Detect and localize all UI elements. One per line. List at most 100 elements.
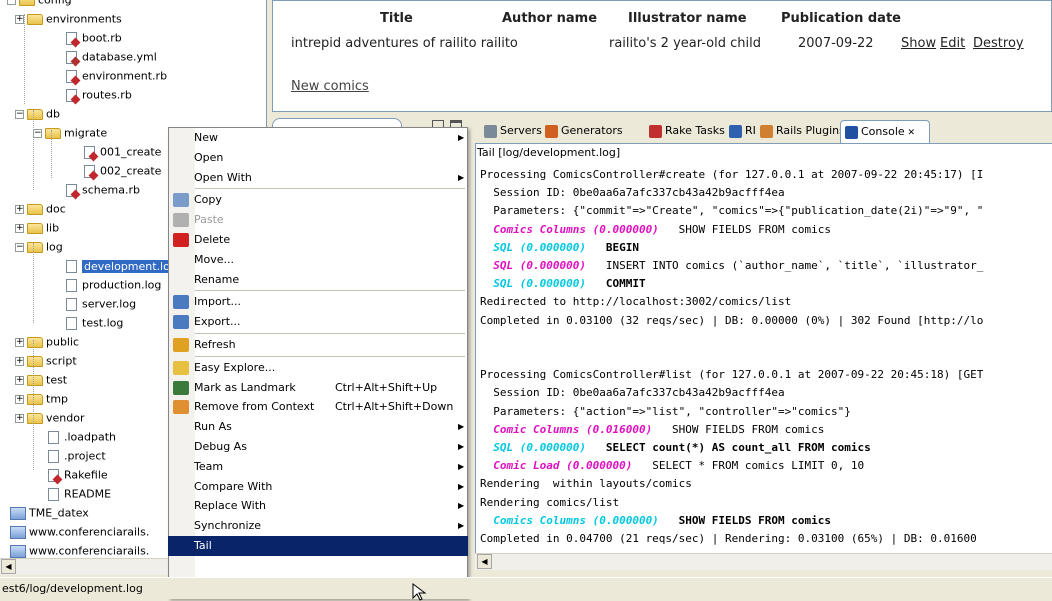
tree-item[interactable]: + vendor bbox=[15, 409, 84, 426]
tree-item[interactable]: − log bbox=[15, 238, 63, 255]
menu-item-delete[interactable]: Delete bbox=[168, 230, 468, 250]
tree-item[interactable]: development.lo bbox=[64, 257, 172, 274]
menu-item-open-with[interactable]: Open With ▶ bbox=[168, 168, 468, 188]
tree-item-label: .loadpath bbox=[64, 430, 117, 444]
expand-toggle-icon[interactable]: + bbox=[15, 204, 24, 214]
tree-item[interactable]: Rakefile bbox=[46, 466, 108, 483]
tab-generators[interactable]: Generators bbox=[541, 120, 641, 143]
tree-item[interactable]: environment.rb bbox=[64, 67, 167, 84]
tree-item[interactable]: routes.rb bbox=[64, 86, 132, 103]
menu-item-tail[interactable]: Tail bbox=[168, 536, 468, 556]
tree-item[interactable]: .project bbox=[46, 447, 106, 464]
console-icon bbox=[845, 125, 858, 139]
tree-item[interactable]: + lib bbox=[15, 219, 59, 236]
tree-item[interactable]: database.yml bbox=[64, 48, 157, 65]
close-tab-icon[interactable]: ✕ bbox=[905, 128, 916, 138]
expand-toggle-icon[interactable]: + bbox=[15, 375, 24, 385]
menu-item-export[interactable]: Export... bbox=[168, 312, 468, 332]
menu-item-replace-with[interactable]: Replace With ▶ bbox=[168, 496, 468, 516]
tree-item[interactable]: + tmp bbox=[15, 390, 68, 407]
menu-item-copy[interactable]: Copy bbox=[168, 190, 468, 210]
tree-item[interactable]: schema.rb bbox=[64, 181, 140, 198]
tree-item[interactable]: + test bbox=[15, 371, 67, 388]
folder-icon bbox=[27, 393, 43, 405]
collapse-toggle-icon[interactable]: − bbox=[15, 242, 24, 252]
console-line-segment: Rendering comics/list bbox=[480, 495, 620, 509]
menu-item-open[interactable]: Open bbox=[168, 148, 468, 168]
tree-item[interactable]: + script bbox=[15, 352, 77, 369]
tree-item[interactable]: + doc bbox=[15, 200, 66, 217]
tree-item-label: test.log bbox=[82, 316, 124, 330]
expand-toggle-icon[interactable]: + bbox=[15, 337, 24, 347]
menu-item-import[interactable]: Import... bbox=[168, 292, 468, 312]
show-link[interactable]: Show bbox=[901, 36, 936, 51]
tab-rails-plugins[interactable]: Rails Plugins bbox=[756, 120, 845, 143]
expand-toggle-icon[interactable]: + bbox=[15, 356, 24, 366]
menu-item-debug-as[interactable]: Debug As ▶ bbox=[168, 437, 468, 457]
collapse-toggle-icon[interactable]: − bbox=[7, 0, 16, 5]
tree-item-label: Rakefile bbox=[64, 468, 108, 482]
menu-item-team[interactable]: Team ▶ bbox=[168, 457, 468, 477]
cell-date: 2007-09-22 bbox=[798, 36, 874, 51]
tree-item[interactable]: 002_create bbox=[82, 162, 161, 179]
expand-toggle-icon[interactable]: + bbox=[15, 223, 24, 233]
tree-item-label: 002_create bbox=[100, 164, 162, 178]
menu-item-remove-from-context[interactable]: Remove from Context Ctrl+Alt+Shift+Down bbox=[168, 397, 468, 417]
tree-item[interactable]: TME_datex bbox=[10, 504, 89, 521]
console-line-segment: Processing ComicsController#create (for … bbox=[480, 168, 984, 181]
tree-item-label: .project bbox=[64, 449, 106, 463]
expand-toggle-icon[interactable]: + bbox=[15, 413, 24, 423]
menu-item-synchronize[interactable]: Synchronize ▶ bbox=[168, 516, 468, 536]
menu-item-label: Easy Explore... bbox=[194, 360, 276, 374]
servers-icon bbox=[484, 124, 497, 138]
expand-toggle-icon[interactable]: + bbox=[15, 14, 24, 24]
console-scroll-left-icon[interactable]: ◀ bbox=[477, 554, 492, 569]
console-line: Completed in 0.04700 (21 reqs/sec) | Ren… bbox=[480, 531, 977, 546]
refresh-icon bbox=[173, 338, 189, 352]
tree-item[interactable]: README bbox=[46, 485, 111, 502]
menu-item-move[interactable]: Move... bbox=[168, 250, 468, 270]
menu-item-label: Replace With bbox=[194, 499, 266, 513]
tree-item[interactable]: + public bbox=[15, 333, 79, 350]
tree-item[interactable]: production.log bbox=[64, 276, 161, 293]
menu-item-new[interactable]: New ▶ bbox=[168, 128, 468, 148]
console-horizontal-scrollbar[interactable]: ◀ bbox=[475, 553, 1052, 570]
tree-item[interactable]: server.log bbox=[64, 295, 136, 312]
tree-item[interactable]: www.conferenciarails. bbox=[10, 542, 149, 558]
edit-link[interactable]: Edit bbox=[940, 36, 965, 51]
menu-item-compare-with[interactable]: Compare With ▶ bbox=[168, 477, 468, 497]
tab-servers[interactable]: Servers bbox=[480, 120, 542, 143]
menu-item-paste[interactable]: Paste bbox=[168, 210, 468, 230]
tree-item[interactable]: + environments bbox=[15, 10, 122, 27]
tab-ri[interactable]: RI bbox=[725, 120, 756, 143]
console-line-segment: Comic Columns (0.016000) bbox=[480, 422, 653, 436]
tab-rake-tasks[interactable]: Rake Tasks bbox=[645, 120, 725, 143]
tree-item[interactable]: 001_create bbox=[82, 143, 161, 160]
tree-item[interactable]: boot.rb bbox=[64, 29, 122, 46]
new-comics-link[interactable]: New comics bbox=[291, 79, 369, 94]
menu-item-mark-as-landmark[interactable]: Mark as Landmark Ctrl+Alt+Shift+Up bbox=[168, 378, 468, 398]
collapse-toggle-icon[interactable]: − bbox=[15, 109, 24, 119]
tree-item[interactable]: − db bbox=[15, 105, 60, 122]
status-text: est6/log/development.log bbox=[2, 582, 143, 595]
menu-item-label: Open With bbox=[194, 170, 252, 184]
tree-item-label: migrate bbox=[64, 126, 108, 140]
tree-item[interactable]: − migrate bbox=[33, 124, 107, 141]
console-line: Session ID: 0be0aa6a7afc337cb43a42b9acff… bbox=[480, 385, 784, 400]
menu-item-rename[interactable]: Rename bbox=[168, 270, 468, 290]
tab-console[interactable]: Console ✕ bbox=[840, 120, 930, 143]
menu-item-run-as[interactable]: Run As ▶ bbox=[168, 417, 468, 437]
ruby-file-icon bbox=[66, 88, 77, 102]
expand-toggle-icon[interactable]: + bbox=[15, 394, 24, 404]
tree-item[interactable]: .loadpath bbox=[46, 428, 116, 445]
tree-item[interactable]: test.log bbox=[64, 314, 123, 331]
menu-item-easy-explore[interactable]: Easy Explore... bbox=[168, 358, 468, 378]
tree-item[interactable]: − config bbox=[7, 0, 72, 8]
menu-item-refresh[interactable]: Refresh bbox=[168, 335, 468, 355]
tree-item[interactable]: www.conferenciarails. bbox=[10, 523, 149, 540]
collapse-toggle-icon[interactable]: − bbox=[33, 128, 42, 138]
destroy-link[interactable]: Destroy bbox=[973, 36, 1024, 51]
folder-icon bbox=[27, 374, 43, 386]
scroll-left-icon[interactable]: ◀ bbox=[1, 559, 16, 574]
ruby-file-icon bbox=[66, 31, 77, 45]
